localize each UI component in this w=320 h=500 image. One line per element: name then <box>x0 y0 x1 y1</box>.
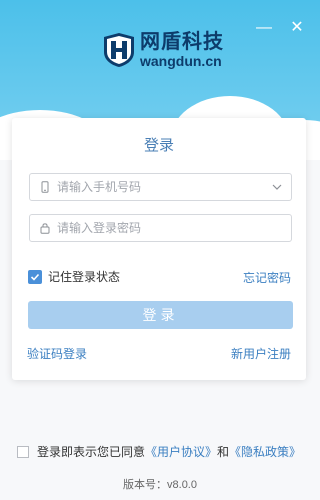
login-card: 登录 记住登录状态 忘记密码 登录 验证码登录 新用户注册 <box>12 118 306 380</box>
brand-domain: wangdun.cn <box>140 53 222 69</box>
password-field[interactable] <box>29 214 292 242</box>
close-icon[interactable]: ✕ <box>287 18 307 38</box>
phone-input[interactable] <box>57 180 271 194</box>
login-button[interactable]: 登录 <box>28 301 293 329</box>
brand-logo: 网盾科技 wangdun.cn <box>102 30 224 70</box>
agreement-checkbox[interactable] <box>17 445 29 458</box>
brand-name: 网盾科技 <box>140 31 224 53</box>
remember-label: 记住登录状态 <box>48 270 121 284</box>
user-agreement-link[interactable]: 《用户协议》 <box>145 443 217 460</box>
agreement-and: 和 <box>217 445 230 459</box>
version-label: 版本号：v8.0.0 <box>123 479 197 491</box>
remember-login[interactable]: 记住登录状态 <box>28 268 120 285</box>
lock-icon <box>40 223 50 234</box>
login-title: 登录 <box>143 137 174 154</box>
agreement-prefix: 登录即表示您已同意 <box>37 445 146 459</box>
phone-icon <box>41 181 49 193</box>
shield-logo-icon <box>104 33 134 67</box>
chevron-down-icon[interactable] <box>271 181 283 193</box>
check-icon <box>30 273 40 281</box>
agreement-row: 登录即表示您已同意 《用户协议》 和 《隐私政策》 <box>17 443 301 460</box>
register-link[interactable]: 新用户注册 <box>231 345 291 362</box>
minimize-icon[interactable]: — <box>254 18 274 38</box>
privacy-policy-link[interactable]: 《隐私政策》 <box>229 443 301 460</box>
forgot-password-link[interactable]: 忘记密码 <box>243 269 291 286</box>
remember-checkbox[interactable] <box>28 269 42 284</box>
sms-login-link[interactable]: 验证码登录 <box>27 345 87 362</box>
password-input[interactable] <box>57 221 291 235</box>
phone-field[interactable] <box>29 173 292 201</box>
